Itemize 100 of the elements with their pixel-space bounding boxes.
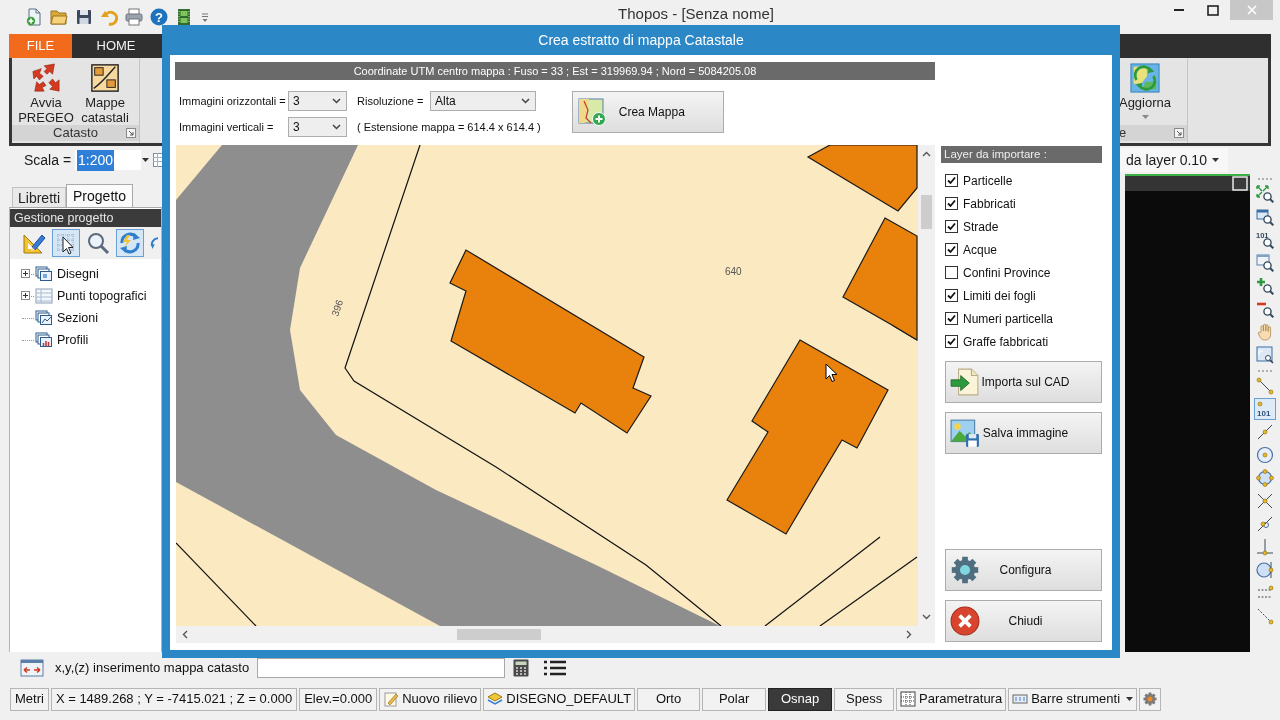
mode-toggle[interactable]: Polar bbox=[702, 687, 767, 711]
tree-item[interactable]: Disegni bbox=[57, 264, 99, 284]
import-button[interactable]: Importa sul CAD bbox=[945, 361, 1102, 403]
scale-input[interactable]: 1:200 bbox=[75, 150, 141, 170]
dropdown-arrow-icon[interactable] bbox=[142, 158, 149, 162]
checkbox[interactable] bbox=[945, 335, 958, 348]
checkbox-label[interactable]: Numeri particella bbox=[963, 309, 1054, 328]
settings-button[interactable] bbox=[1139, 687, 1162, 711]
folder-icon[interactable] bbox=[50, 8, 68, 26]
coordinates-bar: Coordinate UTM centro mappa : Fuso = 33 ; Est = 319969.94 ; Nord = 5084205.08 bbox=[175, 62, 935, 80]
checkbox-label[interactable]: Limiti dei fogli bbox=[963, 286, 1036, 305]
grid-icon bbox=[900, 691, 917, 707]
expand-icon[interactable] bbox=[21, 269, 30, 278]
checkbox[interactable] bbox=[945, 243, 958, 256]
ribbon-button[interactable]: Mappe catastali bbox=[76, 58, 134, 125]
checkbox[interactable] bbox=[945, 266, 958, 279]
parcel-map-icon bbox=[90, 63, 120, 93]
close-dialog-button[interactable]: Chiudi bbox=[945, 600, 1102, 642]
save-image-button[interactable]: Salva immagine bbox=[945, 412, 1102, 454]
group-label: e bbox=[1118, 125, 1127, 141]
vertical-scrollbar[interactable] bbox=[918, 145, 935, 626]
mode-toggle[interactable]: Orto bbox=[637, 687, 701, 711]
magnifier-plus-icon[interactable] bbox=[1254, 275, 1276, 297]
circle-tangent-icon[interactable] bbox=[1254, 559, 1276, 581]
checkbox-label[interactable]: Strade bbox=[963, 217, 999, 236]
checkbox[interactable] bbox=[945, 174, 958, 187]
dialog-launcher-icon[interactable] bbox=[1174, 128, 1184, 138]
calculator-icon[interactable] bbox=[513, 659, 529, 677]
chevron-down-icon[interactable] bbox=[922, 614, 931, 620]
status-button[interactable]: Parametratura bbox=[896, 687, 1007, 711]
checkbox[interactable] bbox=[945, 220, 958, 233]
toolbars-menu-button[interactable]: Barre strumenti bbox=[1008, 687, 1138, 711]
dropdown[interactable]: Alta bbox=[430, 91, 536, 111]
ribbon-tab[interactable]: HOME bbox=[72, 34, 160, 58]
checkbox[interactable] bbox=[945, 197, 958, 210]
command-prompt: x,y,(z) inserimento mappa catasto bbox=[55, 659, 251, 678]
status-text: X = 1489.268 ; Y = -7415.021 ; Z = 0.000 bbox=[50, 687, 298, 711]
help-icon[interactable]: ? bbox=[150, 8, 168, 26]
field-label: Immagini orizzontali = bbox=[179, 93, 287, 109]
tree-item[interactable]: Punti topografici bbox=[57, 286, 147, 306]
scale-label: Scala = bbox=[24, 150, 73, 170]
magnifier-window-icon[interactable] bbox=[1254, 252, 1276, 274]
grid-pointer-icon[interactable] bbox=[52, 229, 80, 257]
horizontal-scrollbar[interactable] bbox=[176, 626, 918, 643]
scrollbar-thumb[interactable] bbox=[921, 195, 932, 229]
window-arrows-icon[interactable] bbox=[20, 659, 44, 677]
toolbar-icon bbox=[1012, 691, 1029, 707]
dropdown[interactable]: 3 bbox=[288, 91, 347, 111]
mode-toggle[interactable]: Spess bbox=[834, 687, 895, 711]
dialog-title: Crea estratto di mappa Catastale bbox=[538, 30, 744, 50]
minimize-icon bbox=[1174, 9, 1184, 11]
expand-icon[interactable] bbox=[21, 291, 30, 300]
tree-item[interactable]: Sezioni bbox=[57, 308, 98, 328]
checkbox[interactable] bbox=[945, 312, 958, 325]
dialog-launcher-icon[interactable] bbox=[126, 128, 136, 138]
mode-toggle[interactable]: Osnap bbox=[768, 687, 833, 711]
panel-tab[interactable]: Progetto bbox=[66, 184, 133, 207]
line-weight-dropdown[interactable]: da layer 0.10 bbox=[1120, 148, 1228, 172]
checkbox-label[interactable]: Particelle bbox=[963, 171, 1013, 190]
map-canvas[interactable]: 396 640 bbox=[176, 145, 918, 626]
stacked-chart-icon bbox=[35, 310, 53, 326]
configure-button[interactable]: Configura bbox=[945, 549, 1102, 591]
close-icon bbox=[1246, 5, 1257, 15]
magnifier-window-icon[interactable] bbox=[1254, 206, 1276, 228]
window-title: Thopos - [Senza nome] bbox=[617, 5, 775, 23]
checkbox-label[interactable]: Fabbricati bbox=[963, 194, 1016, 213]
lightning-arrows-icon[interactable] bbox=[116, 229, 144, 257]
chevron-right-icon[interactable] bbox=[906, 630, 912, 639]
checkbox[interactable] bbox=[945, 289, 958, 302]
save-icon[interactable] bbox=[75, 8, 93, 26]
printer-icon[interactable] bbox=[125, 8, 143, 26]
circle-quadrants-icon[interactable] bbox=[1254, 467, 1276, 489]
square-icon[interactable] bbox=[1232, 176, 1248, 191]
table-icon bbox=[35, 288, 53, 304]
field-label: Immagini verticali = bbox=[179, 119, 275, 135]
caret-down-icon bbox=[1126, 697, 1134, 701]
chevron-up-icon[interactable] bbox=[922, 151, 931, 157]
status-button[interactable]: Nuovo rilievo bbox=[379, 687, 482, 711]
checkbox-label[interactable]: Confini Province bbox=[963, 263, 1051, 282]
dropdown[interactable]: 3 bbox=[288, 117, 347, 137]
checkbox-label[interactable]: Acque bbox=[963, 240, 998, 259]
circle-center-icon[interactable] bbox=[1254, 444, 1276, 466]
map-arrows-icon bbox=[1130, 63, 1160, 93]
close-icon bbox=[950, 606, 980, 636]
tree-item[interactable]: Profili bbox=[57, 330, 89, 350]
list-icon[interactable] bbox=[543, 659, 567, 677]
chevron-left-icon[interactable] bbox=[182, 630, 188, 639]
film-strip-icon[interactable] bbox=[175, 8, 193, 26]
panel-tab[interactable]: Libretti bbox=[12, 187, 67, 207]
new-file-icon[interactable] bbox=[25, 8, 43, 26]
ribbon-button[interactable]: Avvia PREGEO bbox=[16, 58, 76, 125]
create-map-button[interactable]: Crea Mappa bbox=[571, 91, 724, 133]
scrollbar-thumb[interactable] bbox=[457, 629, 541, 640]
status-button[interactable]: DISEGNO_DEFAULT bbox=[483, 687, 636, 711]
gear-icon bbox=[950, 555, 980, 585]
checkbox-label[interactable]: Graffe fabbricati bbox=[963, 332, 1049, 351]
line-endpoints-icon[interactable] bbox=[1254, 375, 1276, 397]
frame-magnifier-icon[interactable] bbox=[1254, 344, 1276, 366]
command-input[interactable] bbox=[257, 658, 505, 678]
magnifier-arrows-icon[interactable] bbox=[1254, 183, 1276, 205]
